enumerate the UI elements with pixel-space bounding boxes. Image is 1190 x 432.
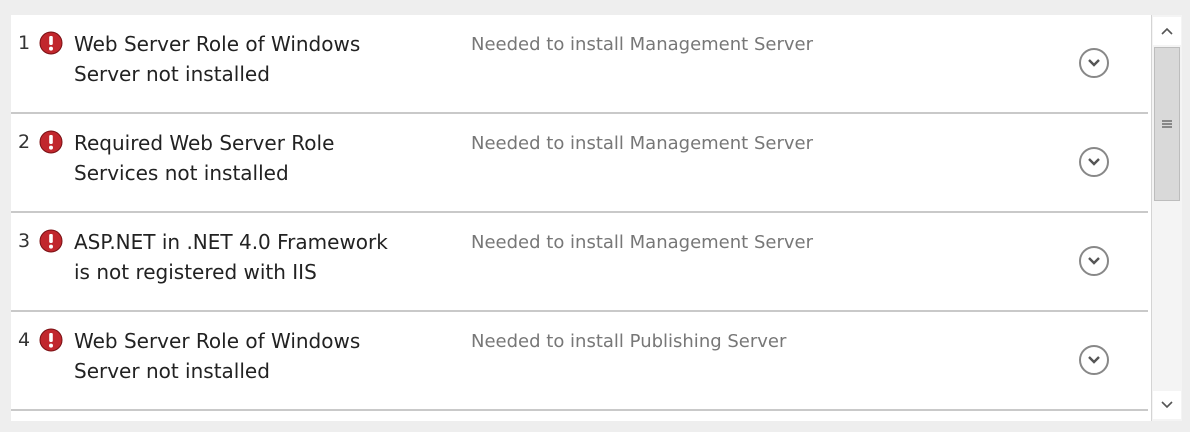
list-item: 3 ASP.NET in .NET 4.0 Framework is not r… bbox=[11, 213, 1148, 312]
expand-button[interactable] bbox=[1079, 246, 1109, 276]
prerequisite-title: Web Server Role of Windows Server not in… bbox=[74, 329, 361, 383]
row-number: 4 bbox=[18, 329, 31, 351]
prerequisite-description: Needed to install Management Server bbox=[471, 133, 813, 154]
chevron-down-icon bbox=[1088, 158, 1100, 166]
row-number: 3 bbox=[18, 230, 31, 252]
error-icon bbox=[39, 328, 63, 352]
scroll-down-button[interactable] bbox=[1153, 391, 1181, 419]
expand-button[interactable] bbox=[1079, 345, 1109, 375]
list-item: 4 Web Server Role of Windows Server not … bbox=[11, 312, 1148, 411]
prerequisite-title: Required Web Server Role Services not in… bbox=[74, 131, 335, 185]
chevron-down-icon bbox=[1088, 59, 1100, 67]
error-icon bbox=[39, 229, 63, 253]
prerequisite-description: Needed to install Management Server bbox=[471, 232, 813, 253]
list-item: 2 Required Web Server Role Services not … bbox=[11, 114, 1148, 213]
expand-button[interactable] bbox=[1079, 48, 1109, 78]
prerequisite-description: Needed to install Management Server bbox=[471, 34, 813, 55]
prerequisite-title: ASP.NET in .NET 4.0 Framework is not reg… bbox=[74, 230, 388, 284]
row-number: 1 bbox=[18, 32, 31, 54]
prerequisite-title: Web Server Role of Windows Server not in… bbox=[74, 32, 361, 86]
scrollbar-thumb[interactable] bbox=[1154, 47, 1180, 201]
chevron-down-icon bbox=[1161, 401, 1173, 409]
prerequisite-list: 1 Web Server Role of Windows Server not … bbox=[11, 15, 1148, 421]
list-item-partial bbox=[11, 411, 1148, 421]
list-item: 1 Web Server Role of Windows Server not … bbox=[11, 15, 1148, 114]
chevron-down-icon bbox=[1088, 356, 1100, 364]
scroll-up-button[interactable] bbox=[1153, 17, 1181, 45]
chevron-down-icon bbox=[1088, 257, 1100, 265]
prerequisite-description: Needed to install Publishing Server bbox=[471, 331, 787, 352]
expand-button[interactable] bbox=[1079, 147, 1109, 177]
chevron-up-icon bbox=[1161, 27, 1173, 35]
grip-icon bbox=[1162, 120, 1172, 128]
prerequisites-panel: 1 Web Server Role of Windows Server not … bbox=[11, 15, 1182, 421]
error-icon bbox=[39, 130, 63, 154]
error-icon bbox=[39, 31, 63, 55]
row-number: 2 bbox=[18, 131, 31, 153]
vertical-scrollbar[interactable] bbox=[1151, 15, 1182, 421]
